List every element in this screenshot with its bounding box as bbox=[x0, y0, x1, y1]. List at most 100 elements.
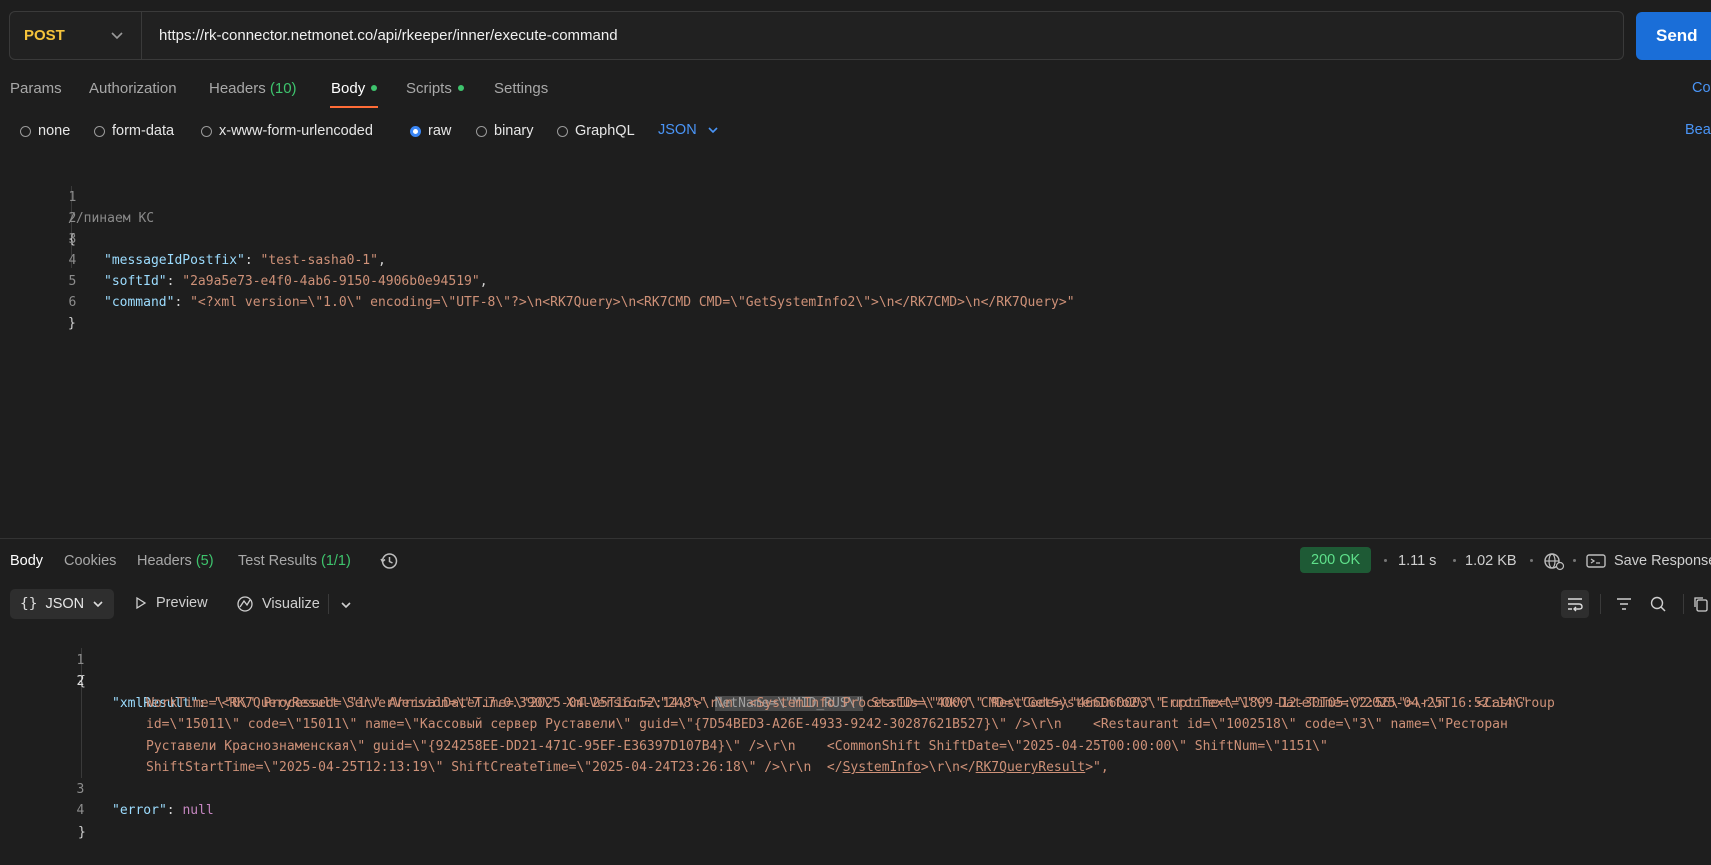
toolbar-separator bbox=[328, 594, 329, 614]
code-line: 6 } bbox=[0, 271, 76, 331]
active-tab-underline bbox=[330, 106, 378, 108]
xml-tag-link: RK7QueryResult bbox=[975, 760, 1086, 775]
line-number: 4 bbox=[68, 253, 77, 268]
history-icon[interactable] bbox=[379, 551, 399, 574]
format-label: JSON bbox=[45, 596, 85, 612]
preview-button[interactable]: Preview bbox=[134, 595, 208, 611]
code-line: 2 { bbox=[0, 187, 76, 247]
separator-dot bbox=[1453, 559, 1456, 562]
network-globe-icon[interactable] bbox=[1543, 551, 1565, 574]
tab-body[interactable]: Body bbox=[331, 80, 378, 97]
tab-params[interactable]: Params bbox=[10, 80, 62, 97]
language-label: JSON bbox=[658, 122, 697, 138]
url-bar: POST https://rk-connector.netmonet.co/ap… bbox=[9, 11, 1624, 60]
response-size[interactable]: 1.02 KB bbox=[1465, 553, 1517, 569]
radio-none[interactable]: none bbox=[20, 123, 70, 139]
method-label: POST bbox=[24, 27, 65, 44]
wrap-lines-icon[interactable] bbox=[1561, 590, 1589, 618]
line-number: 1 bbox=[76, 652, 85, 668]
json-key: "messageIdPostfix" bbox=[104, 253, 245, 268]
json-value-continued: Руставели Краснознаменская\" guid=\"{924… bbox=[146, 738, 1328, 754]
request-url-row: POST https://rk-connector.netmonet.co/ap… bbox=[0, 0, 1711, 72]
toolbar-separator bbox=[1600, 594, 1601, 614]
radio-circle bbox=[410, 125, 421, 137]
resp-tab-headers-label: Headers bbox=[137, 553, 192, 569]
chevron-down-icon[interactable] bbox=[340, 598, 352, 614]
chevron-down-icon bbox=[93, 601, 103, 608]
close-brace: } bbox=[68, 316, 76, 331]
status-badge[interactable]: 200 OK bbox=[1300, 547, 1372, 573]
response-time[interactable]: 1.11 s bbox=[1398, 553, 1436, 569]
play-icon bbox=[136, 596, 147, 610]
code-line: 3 "error": null bbox=[0, 757, 213, 819]
tab-scripts-label: Scripts bbox=[406, 80, 452, 97]
radio-raw[interactable]: raw bbox=[410, 123, 451, 139]
braces-icon: {} bbox=[20, 596, 38, 612]
resp-tab-cookies[interactable]: Cookies bbox=[64, 553, 116, 569]
save-response-button[interactable]: Save Response bbox=[1586, 553, 1711, 569]
line-number: 5 bbox=[68, 274, 77, 289]
line-number: 1 bbox=[68, 190, 77, 205]
copy-icon[interactable] bbox=[1692, 590, 1711, 618]
tab-settings[interactable]: Settings bbox=[494, 80, 548, 97]
code-line-wrapped: ShiftStartTime=\"2025-04-25T12:13:19\" S… bbox=[0, 736, 1109, 775]
code-line-wrapped: id=\"15011\" code=\"15011\" name=\"Кассо… bbox=[0, 693, 1508, 732]
response-tabs: Body Cookies Headers (5) Test Results (1… bbox=[0, 547, 1711, 577]
preview-label: Preview bbox=[156, 595, 208, 611]
radio-label: none bbox=[38, 123, 71, 139]
json-null: null bbox=[182, 803, 214, 818]
resp-tab-test-label: Test Results bbox=[238, 553, 317, 569]
resp-tab-headers[interactable]: Headers (5) bbox=[137, 553, 214, 569]
radio-urlencoded[interactable]: x-www-form-urlencoded bbox=[201, 123, 373, 139]
tab-scripts[interactable]: Scripts bbox=[406, 80, 464, 97]
line-number: 3 bbox=[68, 232, 77, 247]
send-button[interactable]: Send bbox=[1636, 12, 1711, 60]
separator-dot bbox=[1384, 559, 1387, 562]
code-line: 4 } bbox=[0, 779, 85, 840]
radio-label: form-data bbox=[112, 123, 175, 139]
resp-tab-test-count: (1/1) bbox=[321, 553, 351, 569]
visualize-button[interactable]: Visualize bbox=[236, 595, 320, 613]
resp-tab-body[interactable]: Body bbox=[10, 553, 43, 569]
pane-divider[interactable] bbox=[0, 538, 1711, 539]
radio-label: raw bbox=[428, 123, 452, 139]
code-line: 3 "messageIdPostfix": "test-sasha0-1", bbox=[0, 208, 385, 268]
line-number: 2 bbox=[76, 674, 85, 689]
url-input[interactable]: https://rk-connector.netmonet.co/api/rke… bbox=[159, 12, 618, 59]
code-comment: //пинаем КС bbox=[68, 211, 155, 226]
code-line: 2 "xmlResult": "<RK7QueryResult ServerVe… bbox=[0, 650, 1529, 711]
radio-binary[interactable]: binary bbox=[476, 123, 534, 139]
code-line: 1 //пинаем КС bbox=[0, 166, 154, 226]
language-select[interactable]: JSON bbox=[658, 122, 719, 138]
json-field: "messageIdPostfix": "test-sasha0-1", bbox=[104, 253, 386, 268]
toolbar-separator bbox=[1683, 594, 1684, 614]
method-dropdown[interactable]: POST bbox=[10, 12, 142, 59]
json-value-continued: WorkTime=\"0\" Processed=\"1\" ArrivalDa… bbox=[146, 695, 1555, 711]
separator-dot bbox=[1573, 559, 1576, 562]
beautify-link[interactable]: Bea bbox=[1685, 122, 1711, 138]
response-toolbar: {} JSON Preview Visualize bbox=[0, 588, 1711, 620]
radio-graphql[interactable]: GraphQL bbox=[557, 123, 635, 139]
request-body-editor[interactable]: 1 //пинаем КС 2 { 3 "messageIdPostfix": … bbox=[0, 166, 1711, 536]
radio-form-data[interactable]: form-data bbox=[94, 123, 174, 139]
response-body-viewer[interactable]: 1 { 2 "xmlResult": "<RK7QueryResult Serv… bbox=[0, 628, 1711, 840]
scripts-modified-dot bbox=[457, 85, 464, 92]
json-field: "softId": "2a9a5e73-e4f0-4ab6-9150-4906b… bbox=[104, 274, 488, 289]
format-dropdown[interactable]: {} JSON bbox=[10, 589, 114, 619]
tab-authorization[interactable]: Authorization bbox=[89, 80, 177, 97]
line-number: 2 bbox=[68, 211, 77, 226]
separator-dot bbox=[1530, 559, 1533, 562]
filter-icon[interactable] bbox=[1610, 590, 1638, 618]
json-value-continued: ShiftStartTime=\"2025-04-25T12:13:19\" S… bbox=[146, 760, 1109, 775]
search-icon[interactable] bbox=[1644, 590, 1672, 618]
line-number: 3 bbox=[76, 781, 85, 797]
cookies-link[interactable]: Co bbox=[1692, 80, 1711, 96]
json-value: "2a9a5e73-e4f0-4ab6-9150-4906b0e94519" bbox=[182, 274, 480, 289]
radio-circle bbox=[201, 125, 212, 137]
radio-label: GraphQL bbox=[575, 123, 635, 139]
resp-tab-test-results[interactable]: Test Results (1/1) bbox=[238, 553, 351, 569]
xml-tag-link: SystemInfo bbox=[842, 760, 921, 775]
tab-headers[interactable]: Headers (10) bbox=[209, 80, 297, 97]
visualize-label: Visualize bbox=[262, 596, 320, 612]
json-field: "command": "<?xml version=\"1.0\" encodi… bbox=[104, 295, 1075, 310]
